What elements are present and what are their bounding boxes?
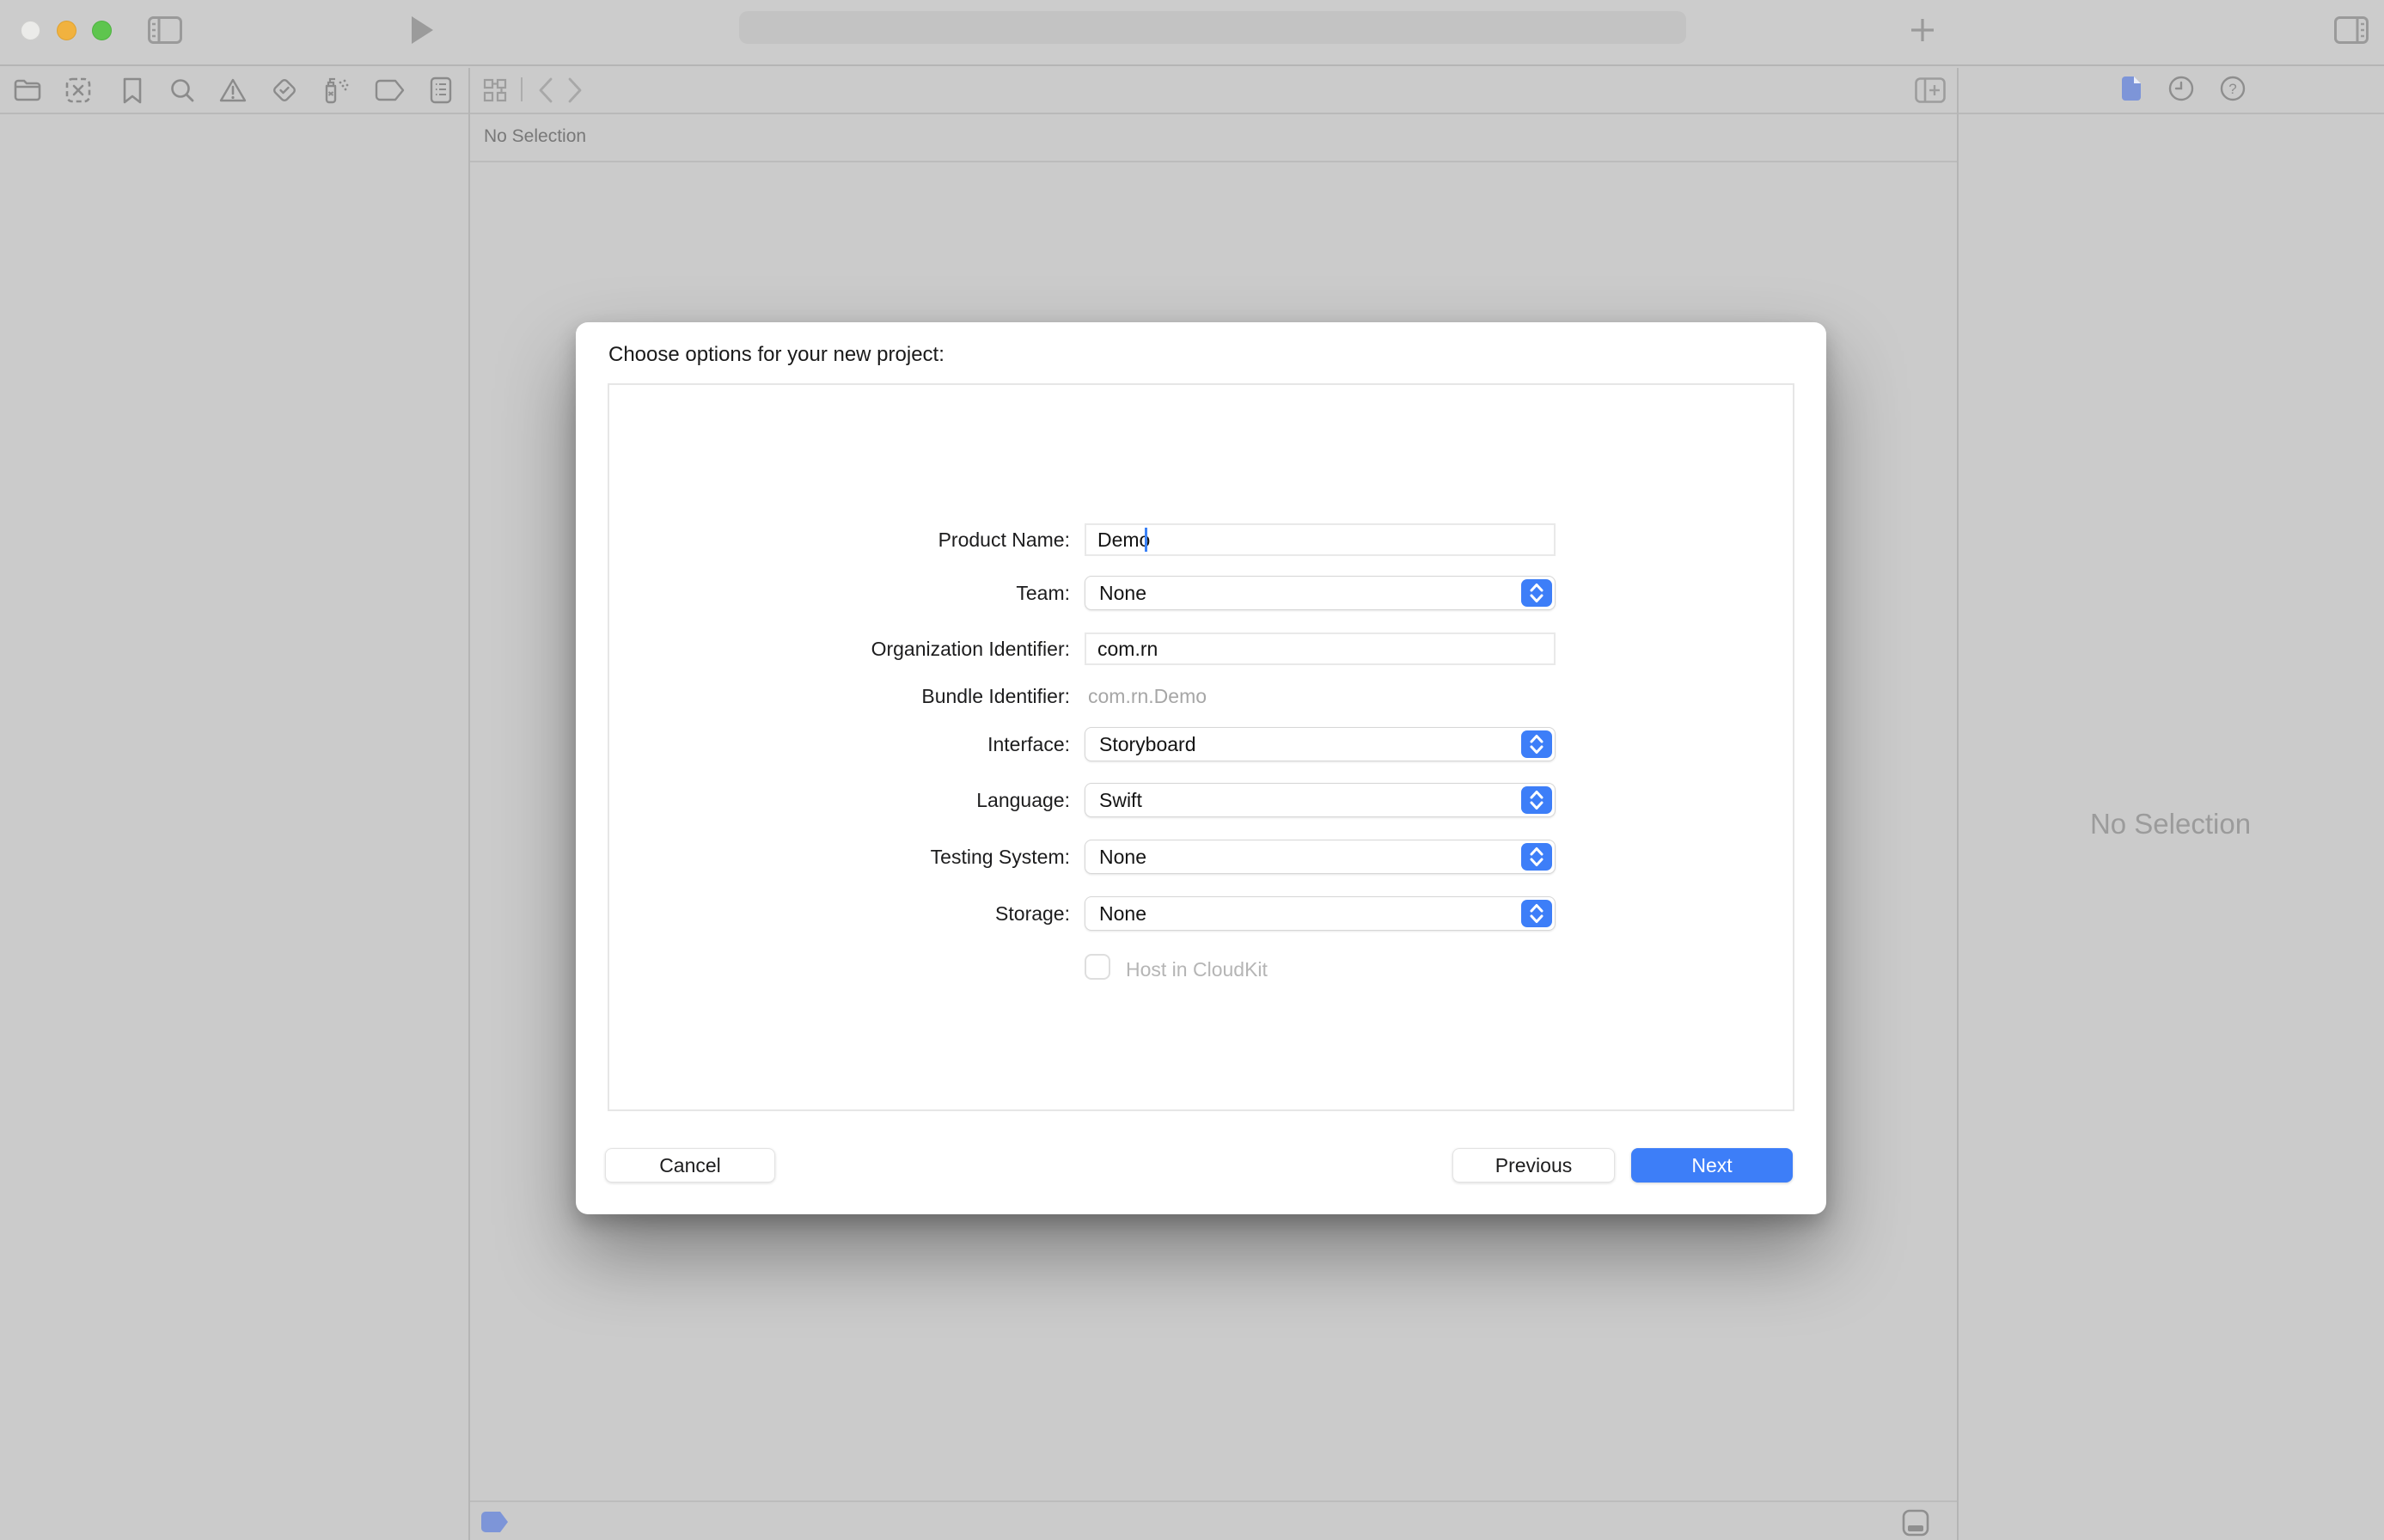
bookmarks-icon[interactable]	[117, 71, 148, 109]
breadcrumb: No Selection	[484, 126, 586, 147]
popup-chevrons-icon	[1521, 900, 1552, 927]
organization-identifier-input[interactable]	[1085, 632, 1556, 665]
popup-chevrons-icon	[1521, 786, 1552, 814]
team-popup-value: None	[1085, 582, 1146, 605]
language-popup-value: Swift	[1085, 789, 1142, 812]
breakpoints-icon[interactable]	[373, 71, 407, 109]
language-label: Language:	[576, 789, 1070, 812]
product-name-field-wrap	[1085, 523, 1556, 556]
team-popup[interactable]: None	[1085, 576, 1556, 610]
hide-bottom-panel-icon[interactable]	[1900, 1507, 1931, 1538]
breakpoint-activation-icon[interactable]	[480, 1510, 512, 1534]
jumpbar-separator	[521, 77, 523, 101]
quick-help-icon[interactable]: ?	[2217, 71, 2248, 106]
next-button[interactable]: Next	[1631, 1148, 1793, 1182]
storage-label: Storage:	[576, 902, 1070, 926]
storage-popup[interactable]: None	[1085, 896, 1556, 931]
dialog-title: Choose options for your new project:	[608, 343, 944, 367]
editor-bottom-bar	[470, 1500, 1957, 1540]
history-inspector-icon[interactable]	[2166, 71, 2197, 106]
traffic-light-zoom-button[interactable]	[92, 21, 112, 40]
bundle-identifier-label: Bundle Identifier:	[576, 685, 1070, 708]
previous-button[interactable]: Previous	[1452, 1148, 1615, 1182]
traffic-light-close-button[interactable]	[21, 21, 40, 40]
find-icon[interactable]	[167, 71, 198, 109]
cancel-button[interactable]: Cancel	[605, 1148, 775, 1182]
interface-popup[interactable]: Storyboard	[1085, 727, 1556, 761]
source-control-icon[interactable]	[63, 71, 94, 109]
forward-chevron-icon[interactable]	[562, 73, 588, 107]
add-tab-icon[interactable]	[1906, 14, 1939, 46]
svg-text:?: ?	[2228, 81, 2236, 97]
host-in-cloudkit-label: Host in CloudKit	[1126, 958, 1268, 981]
interface-popup-value: Storyboard	[1085, 733, 1196, 756]
project-navigator-icon[interactable]	[12, 71, 43, 109]
popup-chevrons-icon	[1521, 730, 1552, 758]
reports-icon[interactable]	[425, 71, 456, 109]
testing-system-popup-value: None	[1085, 846, 1146, 869]
testing-system-popup[interactable]: None	[1085, 840, 1556, 874]
navigator-divider[interactable]	[468, 68, 470, 1540]
host-in-cloudkit-checkbox[interactable]	[1085, 954, 1110, 980]
back-chevron-icon[interactable]	[533, 73, 559, 107]
toolbar-row	[0, 68, 2384, 114]
bundle-identifier-value: com.rn.Demo	[1088, 685, 1207, 708]
storage-popup-value: None	[1085, 902, 1146, 926]
sidebar-toggle-icon[interactable]	[147, 15, 183, 45]
debug-icon[interactable]	[318, 71, 352, 109]
inspector-divider[interactable]	[1957, 68, 1959, 1540]
popup-chevrons-icon	[1521, 843, 1552, 871]
team-label: Team:	[576, 582, 1070, 605]
product-name-label: Product Name:	[576, 529, 1070, 552]
organization-identifier-label: Organization Identifier:	[576, 638, 1070, 661]
product-name-input[interactable]	[1085, 523, 1556, 556]
related-items-icon[interactable]	[481, 73, 509, 107]
popup-chevrons-icon	[1521, 579, 1552, 607]
file-inspector-icon[interactable]	[2116, 71, 2147, 106]
traffic-light-minimize-button[interactable]	[57, 21, 76, 40]
activity-viewer	[739, 11, 1686, 44]
add-editor-icon[interactable]	[1913, 73, 1947, 107]
jump-bar: No Selection	[470, 114, 1957, 162]
run-play-icon[interactable]	[407, 14, 437, 46]
testing-system-label: Testing System:	[576, 846, 1070, 869]
tests-icon[interactable]	[269, 71, 300, 109]
new-project-options-dialog: Choose options for your new project: Pro…	[576, 322, 1826, 1214]
issues-icon[interactable]	[217, 71, 248, 109]
inspector-toggle-icon[interactable]	[2332, 15, 2370, 45]
inspector-empty-text: No Selection	[1957, 808, 2384, 840]
language-popup[interactable]: Swift	[1085, 783, 1556, 817]
text-caret	[1145, 528, 1147, 552]
interface-label: Interface:	[576, 733, 1070, 756]
